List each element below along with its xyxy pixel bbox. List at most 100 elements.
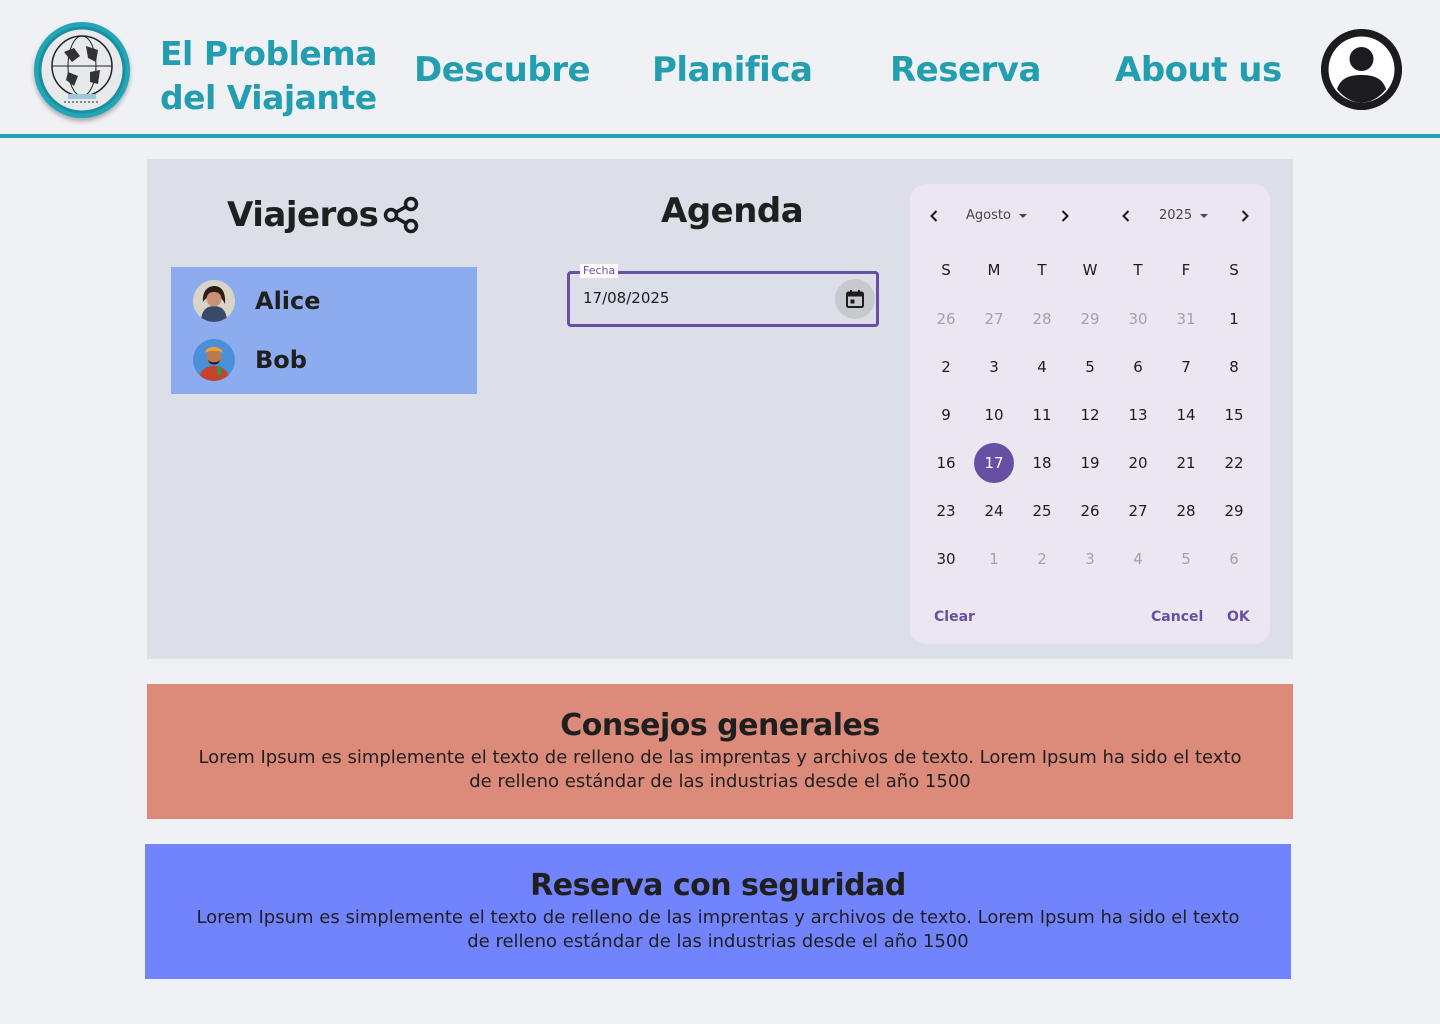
calendar-day[interactable]: 29	[1214, 491, 1254, 531]
ok-button[interactable]: OK	[1227, 607, 1250, 627]
date-field-value[interactable]: 17/08/2025	[583, 288, 669, 308]
next-year-button[interactable]	[1233, 204, 1257, 228]
calendar-day[interactable]: 4	[1022, 347, 1062, 387]
year-label: 2025	[1159, 208, 1193, 223]
calendar-day[interactable]: 14	[1166, 395, 1206, 435]
calendar-day[interactable]: 6	[1118, 347, 1158, 387]
weekday-label: S	[1229, 261, 1239, 279]
calendar-day[interactable]: 9	[926, 395, 966, 435]
card-title: Consejos generales	[560, 708, 880, 743]
calendar-day[interactable]: 19	[1070, 443, 1110, 483]
calendar-day[interactable]: 23	[926, 491, 966, 531]
nav-about-us[interactable]: About us	[1115, 50, 1282, 90]
calendar-day[interactable]: 3	[1070, 539, 1110, 579]
avatar	[193, 339, 235, 381]
calendar-day[interactable]: 29	[1070, 299, 1110, 339]
calendar-day[interactable]: 15	[1214, 395, 1254, 435]
date-field-label: Fecha	[580, 264, 619, 278]
calendar-day[interactable]: 20	[1118, 443, 1158, 483]
calendar-day[interactable]: 22	[1214, 443, 1254, 483]
travelers-list: Alice Bob	[171, 267, 477, 394]
traveler-name: Bob	[255, 346, 307, 374]
prev-month-button[interactable]	[922, 204, 946, 228]
calendar-day[interactable]: 1	[1214, 299, 1254, 339]
calendar-day[interactable]: 3	[974, 347, 1014, 387]
calendar-day[interactable]: 13	[1118, 395, 1158, 435]
calendar-day[interactable]: 30	[1118, 299, 1158, 339]
weekday-label: S	[941, 261, 951, 279]
calendar-day[interactable]: 16	[926, 443, 966, 483]
calendar-day[interactable]: 30	[926, 539, 966, 579]
weekday-label: M	[987, 261, 1001, 279]
card-text: Lorem Ipsum es simplemente el texto de r…	[196, 907, 1240, 952]
chevron-right-icon	[1061, 210, 1069, 222]
calendar-day[interactable]: 11	[1022, 395, 1062, 435]
cancel-button[interactable]: Cancel	[1151, 607, 1203, 627]
chevron-left-icon	[1122, 210, 1130, 222]
weekday-label: W	[1082, 261, 1098, 279]
account-button[interactable]	[1321, 29, 1402, 110]
agenda-title: Agenda	[661, 191, 804, 231]
calendar-day[interactable]: 2	[1022, 539, 1062, 579]
calendar-day[interactable]: 10	[974, 395, 1014, 435]
calendar-day[interactable]: 7	[1166, 347, 1206, 387]
month-select[interactable]: Agosto	[966, 206, 1027, 226]
calendar-day[interactable]: 26	[1070, 491, 1110, 531]
calendar-day[interactable]: 27	[974, 299, 1014, 339]
brand-title[interactable]: El Problema del Viajante	[160, 32, 400, 120]
date-picker: Agosto 2025 Clear Cancel OK S M T W T F S 26 27 2…	[910, 184, 1270, 644]
traveler-name: Alice	[255, 287, 321, 315]
year-select[interactable]: 2025	[1159, 206, 1209, 226]
calendar-day[interactable]: 31	[1166, 299, 1206, 339]
account-circle-icon	[1321, 29, 1402, 110]
card-text: Lorem Ipsum es simplemente el texto de r…	[198, 747, 1242, 792]
calendar-day[interactable]: 5	[1166, 539, 1206, 579]
share-icon[interactable]	[381, 195, 421, 235]
calendar-day[interactable]: 1	[974, 539, 1014, 579]
prev-year-button[interactable]	[1114, 204, 1138, 228]
calendar-day[interactable]: 25	[1022, 491, 1062, 531]
card-consejos: Consejos generales Lorem Ipsum es simple…	[147, 684, 1293, 819]
calendar-day[interactable]: 26	[926, 299, 966, 339]
weekday-label: F	[1181, 261, 1191, 279]
caret-down-icon	[1018, 213, 1027, 218]
logo[interactable]	[34, 22, 130, 118]
calendar-day[interactable]: 18	[1022, 443, 1062, 483]
date-field[interactable]: Fecha 17/08/2025	[567, 264, 879, 327]
globe-logo-icon	[38, 26, 126, 114]
viajeros-title: Viajeros	[227, 195, 379, 235]
card-reserva-seguridad: Reserva con seguridad Lorem Ipsum es sim…	[145, 844, 1291, 979]
site-header: El Problema del Viajante Descubre Planif…	[0, 0, 1440, 138]
calendar-day[interactable]: 17	[974, 443, 1014, 483]
weekday-label: T	[1133, 261, 1143, 279]
next-month-button[interactable]	[1053, 204, 1077, 228]
open-calendar-button[interactable]	[835, 279, 875, 319]
calendar-day[interactable]: 5	[1070, 347, 1110, 387]
traveler-item-alice[interactable]: Alice	[193, 280, 463, 322]
brand-line-1: El Problema	[160, 34, 377, 73]
nav-reserva[interactable]: Reserva	[890, 50, 1041, 90]
calendar-day[interactable]: 28	[1022, 299, 1062, 339]
calendar-icon	[846, 290, 864, 308]
calendar-day[interactable]: 21	[1166, 443, 1206, 483]
main-panel: Viajeros Alice Bob Agenda Fecha 17/08/20…	[147, 159, 1293, 659]
month-label: Agosto	[966, 208, 1011, 223]
nav-descubre[interactable]: Descubre	[414, 50, 591, 90]
chevron-right-icon	[1241, 210, 1249, 222]
calendar-day[interactable]: 2	[926, 347, 966, 387]
brand-line-2: del Viajante	[160, 78, 377, 117]
calendar-day[interactable]: 27	[1118, 491, 1158, 531]
traveler-item-bob[interactable]: Bob	[193, 339, 463, 381]
calendar-day[interactable]: 4	[1118, 539, 1158, 579]
weekday-label: T	[1037, 261, 1047, 279]
avatar	[193, 280, 235, 322]
calendar-day[interactable]: 12	[1070, 395, 1110, 435]
clear-button[interactable]: Clear	[934, 607, 975, 627]
calendar-day[interactable]: 8	[1214, 347, 1254, 387]
card-title: Reserva con seguridad	[530, 868, 906, 903]
nav-planifica[interactable]: Planifica	[652, 50, 813, 90]
calendar-day[interactable]: 6	[1214, 539, 1254, 579]
calendar-day[interactable]: 24	[974, 491, 1014, 531]
calendar-day[interactable]: 28	[1166, 491, 1206, 531]
chevron-left-icon	[930, 210, 938, 222]
